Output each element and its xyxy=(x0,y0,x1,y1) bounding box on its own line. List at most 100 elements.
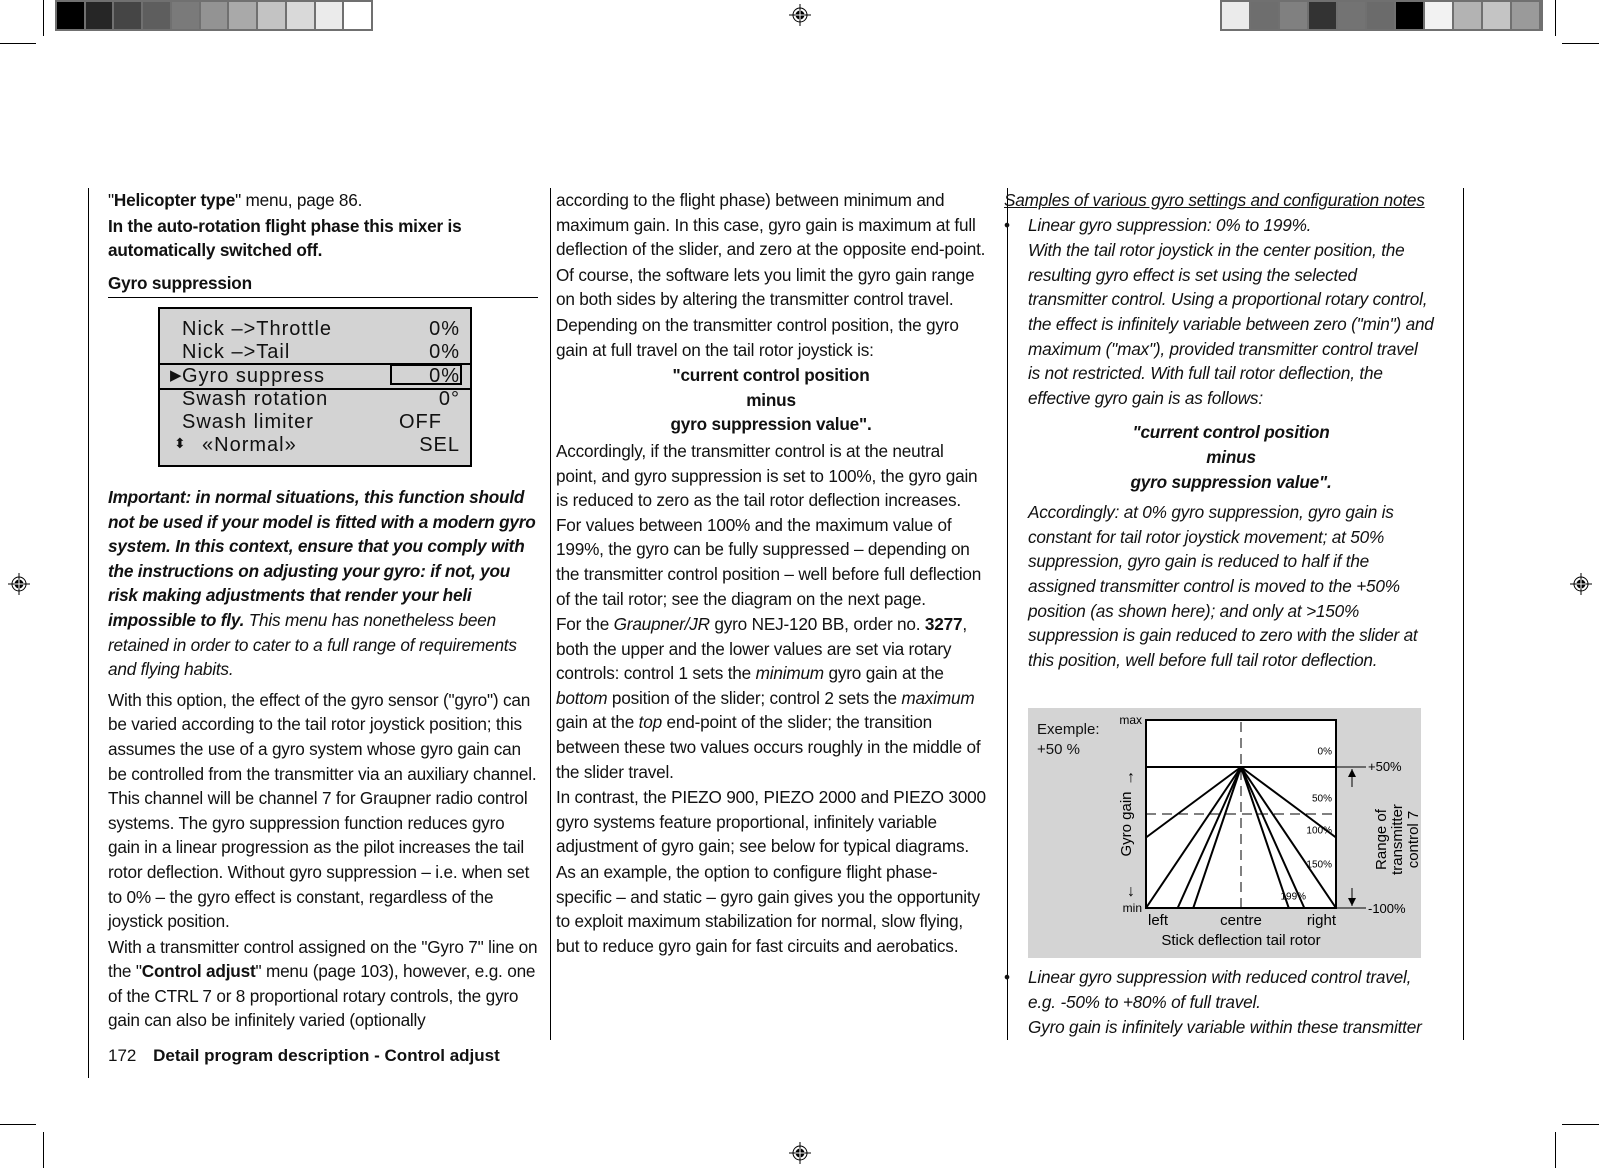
autorotation-note: In the auto-rotation flight phase this m… xyxy=(108,215,462,261)
gyro-gain-diagram: Exemple: +50 % 0% 50% 100% 150% 199% max min Gy… xyxy=(1028,708,1421,958)
crop-mark xyxy=(0,1124,36,1125)
registration-mark-icon xyxy=(789,4,811,26)
lcd-row[interactable]: Nick –>Tail 0% xyxy=(160,341,470,364)
crop-mark xyxy=(43,1132,44,1168)
page-footer: 172 Detail program description - Control… xyxy=(108,1046,500,1066)
intro-line: "Helicopter type" menu, page 86. xyxy=(108,190,363,210)
right-axis-label: Range of xyxy=(1373,808,1390,870)
right-column-bottom: • Linear gyro suppression with reduced c… xyxy=(1004,965,1434,1041)
range-arrow-up-icon xyxy=(1348,769,1356,777)
color-swatch xyxy=(1512,2,1539,29)
color-swatch xyxy=(1396,2,1423,29)
color-swatch xyxy=(1338,2,1365,29)
y-tick-min: min xyxy=(1123,901,1142,915)
y-tick-max: max xyxy=(1119,713,1142,727)
series-label: 100% xyxy=(1306,826,1332,837)
crop-mark xyxy=(1555,1132,1556,1168)
range-arrow-down-icon xyxy=(1348,898,1356,906)
up-down-arrows-icon: ⬍ xyxy=(174,435,187,451)
color-swatch xyxy=(315,2,343,29)
left-column: "Helicopter type" menu, page 86. In the … xyxy=(108,188,538,308)
color-swatch xyxy=(143,2,170,29)
paragraph: For the Graupner/JR gyro NEJ-120 BB, ord… xyxy=(556,614,981,782)
section-title: Gyro suppression xyxy=(108,271,538,299)
x-axis-label: Stick deflection tail rotor xyxy=(1161,932,1320,949)
chapter-title: Detail program description - Control adj… xyxy=(153,1046,500,1065)
color-swatch xyxy=(286,2,314,29)
color-swatch xyxy=(1280,2,1307,29)
y-axis-label: Gyro gain xyxy=(1118,791,1135,856)
page-number: 172 xyxy=(108,1046,137,1065)
color-swatch xyxy=(1367,2,1394,29)
selection-cursor-icon: ▶ xyxy=(170,367,183,384)
registration-mark-icon xyxy=(789,1142,811,1164)
color-swatch xyxy=(57,2,84,29)
color-calibration-bar-right xyxy=(1220,0,1543,31)
series-label: 150% xyxy=(1306,859,1332,870)
color-swatch xyxy=(1483,2,1510,29)
crop-mark xyxy=(1562,43,1599,44)
x-tick-centre: centre xyxy=(1220,912,1262,929)
crop-mark xyxy=(1562,1124,1599,1125)
right-axis-label: control 7 xyxy=(1405,811,1421,869)
series-label: 50% xyxy=(1312,794,1332,805)
column-rule xyxy=(550,188,551,1040)
color-swatch xyxy=(171,2,199,29)
left-column-body: Important: in normal situations, this fu… xyxy=(108,485,538,1034)
right-tick-top: +50% xyxy=(1368,759,1402,774)
color-calibration-bar-left xyxy=(55,0,373,31)
middle-column: according to the flight phase) between m… xyxy=(556,188,986,959)
paragraph: Accordingly, if the transmitter control … xyxy=(556,440,982,609)
color-swatch xyxy=(114,2,142,29)
paragraph: Of course, the software lets you limit t… xyxy=(556,264,975,310)
formula: "current control position minus gyro sup… xyxy=(670,365,872,435)
color-swatch xyxy=(344,2,372,29)
column-rule xyxy=(88,188,89,1078)
paragraph: With a transmitter control assigned on t… xyxy=(108,936,538,1031)
series-label: 0% xyxy=(1318,747,1333,758)
paragraph: As an example, the option to configure f… xyxy=(556,862,980,956)
color-swatch xyxy=(1309,2,1336,29)
menu-reference-link: Helicopter type xyxy=(113,190,236,210)
formula: "current control position minus gyro sup… xyxy=(1130,422,1332,492)
x-tick-left: left xyxy=(1148,912,1169,929)
lcd-row-flight-phase[interactable]: ⬍ «Normal» SEL xyxy=(160,434,470,457)
bullet-item: • Linear gyro suppression: 0% to 199%. W… xyxy=(1004,214,1434,670)
color-swatch xyxy=(85,2,113,29)
arrow-down-icon: ↓ xyxy=(1127,883,1135,900)
series-label: 199% xyxy=(1280,891,1306,902)
color-swatch xyxy=(258,2,285,29)
bullet-icon: • xyxy=(1004,967,1010,987)
registration-mark-icon xyxy=(1570,573,1592,595)
section-heading: Samples of various gyro settings and con… xyxy=(1004,190,1425,210)
right-axis-label: transmitter xyxy=(1389,804,1406,875)
menu-reference-link: Control adjust xyxy=(141,961,256,982)
lcd-row-selected[interactable]: ▶ Gyro suppress 0% xyxy=(160,363,470,390)
column-rule xyxy=(1463,188,1464,1040)
paragraph: In contrast, the PIEZO 900, PIEZO 2000 a… xyxy=(556,787,986,857)
paragraph: Depending on the transmitter control pos… xyxy=(556,314,959,360)
bullet-item: • Linear gyro suppression with reduced c… xyxy=(1004,967,1422,1038)
right-tick-bottom: -100% xyxy=(1368,901,1406,916)
paragraph: With this option, the effect of the gyro… xyxy=(108,689,537,932)
color-swatch xyxy=(200,2,228,29)
crop-mark xyxy=(43,0,44,36)
lcd-row[interactable]: Swash limiter OFF xyxy=(160,411,470,434)
crop-mark xyxy=(0,43,36,44)
bullet-icon: • xyxy=(1004,214,1010,235)
chart-svg: 0% 50% 100% 150% 199% max min Gyro gain ↑ ↓ left ce… xyxy=(1118,713,1421,949)
color-swatch xyxy=(1454,2,1481,29)
color-swatch xyxy=(1222,2,1249,29)
lcd-row[interactable]: Swash rotation 0° xyxy=(160,388,470,411)
x-tick-right: right xyxy=(1307,912,1337,929)
lcd-row[interactable]: Nick –>Throttle 0% xyxy=(160,318,470,341)
arrow-up-icon: ↑ xyxy=(1127,769,1135,786)
color-swatch xyxy=(1425,2,1452,29)
right-column: Samples of various gyro settings and con… xyxy=(1004,188,1434,673)
color-swatch xyxy=(1251,2,1278,29)
paragraph: according to the flight phase) between m… xyxy=(556,190,986,260)
registration-mark-icon xyxy=(8,573,30,595)
crop-mark xyxy=(1555,0,1556,36)
important-note: Important: in normal situations, this fu… xyxy=(108,487,536,680)
color-swatch xyxy=(229,2,257,29)
